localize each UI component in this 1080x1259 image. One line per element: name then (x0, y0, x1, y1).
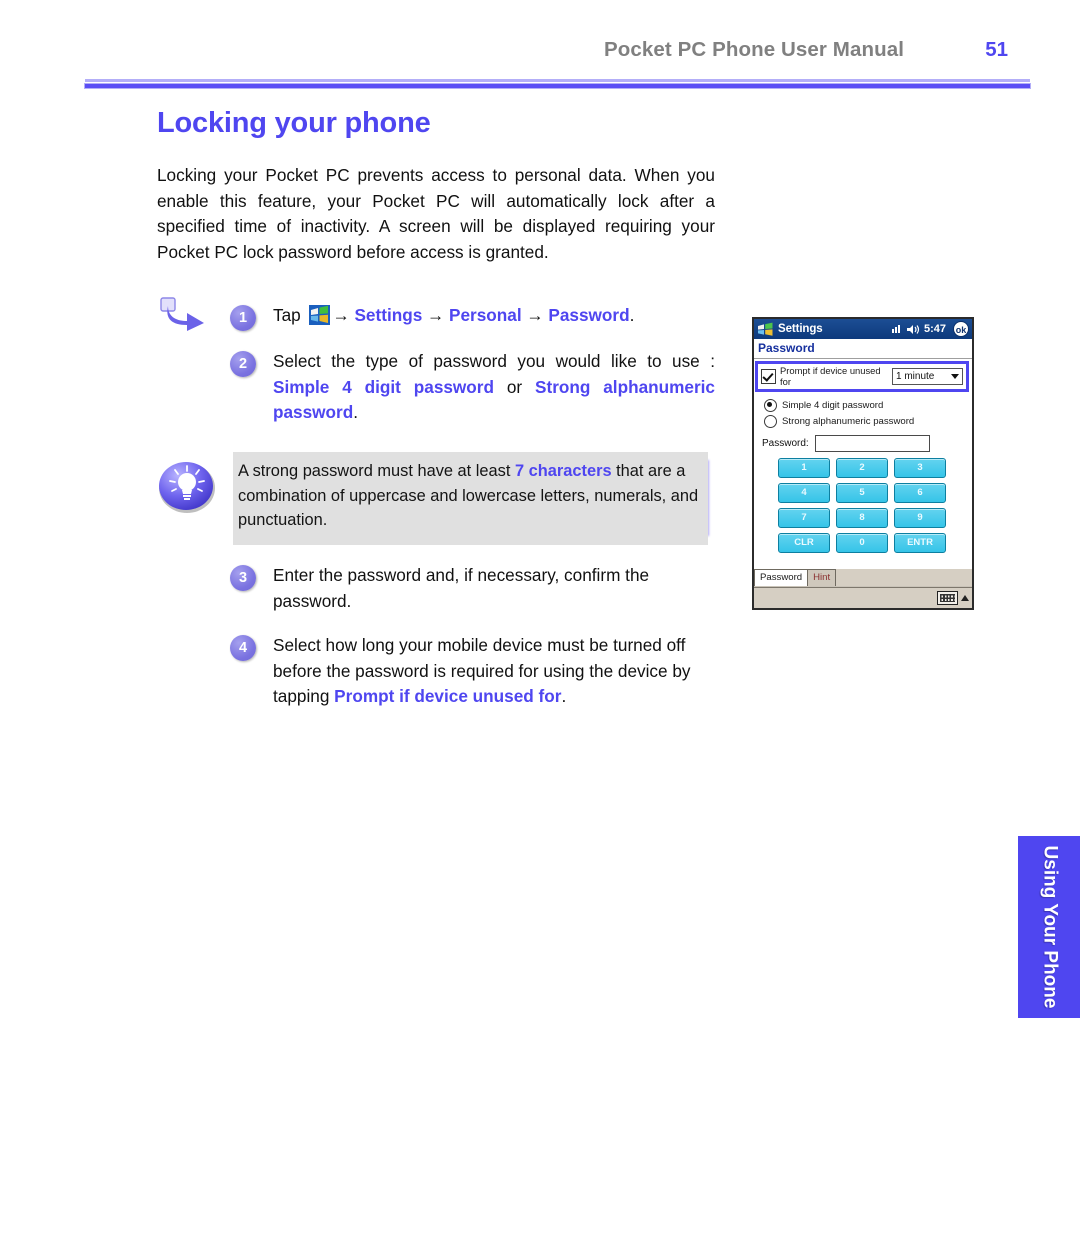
tip-box: A strong password must have at least 7 c… (233, 452, 708, 546)
keypad-key-clear[interactable]: CLR (778, 533, 830, 553)
chevron-down-icon (951, 374, 959, 379)
page-title: Locking your phone (157, 107, 431, 139)
side-tab-using-your-phone: Using Your Phone (1018, 836, 1080, 1018)
radio-simple-4-digit-label: Simple 4 digit password (782, 400, 884, 411)
pda-clock: 5:47 (923, 323, 946, 335)
password-type-radio-group: Simple 4 digit password Strong alphanume… (764, 399, 914, 431)
link-password[interactable]: Password (548, 305, 629, 325)
header-rule-thick (85, 84, 1030, 88)
windows-start-logo-icon (308, 305, 330, 325)
tip-highlight: 7 characters (514, 462, 612, 480)
link-simple-4-digit-password[interactable]: Simple 4 digit password (273, 377, 494, 397)
keypad-key-3[interactable]: 3 (894, 458, 946, 478)
keypad-key-9[interactable]: 9 (894, 508, 946, 528)
step-item-4: 4 Select how long your mobile device mus… (230, 633, 715, 710)
pda-app-name: Settings (778, 323, 823, 335)
lightbulb-icon (159, 462, 215, 513)
step1-suffix: . (629, 305, 635, 325)
step-text-3: Enter the password and, if necessary, co… (273, 565, 650, 611)
step-number-2: 2 (230, 351, 256, 377)
volume-icon[interactable] (906, 324, 920, 335)
pda-system-tray: 5:47 ok (890, 321, 969, 337)
arrow-pointer-icon (160, 297, 204, 331)
radio-simple-4-digit[interactable]: Simple 4 digit password (764, 399, 914, 412)
password-field-row: Password: (762, 435, 930, 452)
tab-password[interactable]: Password (754, 569, 809, 586)
intro-paragraph: Locking your Pocket PC prevents access t… (157, 165, 715, 262)
link-personal[interactable]: Personal (449, 305, 522, 325)
pda-tab-bar: Password Hint (754, 569, 972, 586)
pda-statusbar (754, 587, 972, 608)
keypad-key-2[interactable]: 2 (836, 458, 888, 478)
radio-strong-alphanumeric-indicator (764, 415, 777, 428)
link-prompt-if-device-unused-for[interactable]: Prompt if device unused for (334, 686, 561, 706)
step1-arrow-1: → (332, 305, 355, 325)
header-title: Pocket PC Phone User Manual (603, 38, 904, 61)
keypad-key-enter[interactable]: ENTR (894, 533, 946, 553)
keypad-key-6[interactable]: 6 (894, 483, 946, 503)
step-text-4: Select how long your mobile device must … (273, 633, 715, 710)
pda-ok-button[interactable]: ok (953, 321, 969, 337)
pda-screenshot: Settings 5:47 ok Password Prompt if devi… (752, 317, 974, 610)
step2-suffix: . (353, 402, 359, 423)
connectivity-icon[interactable] (890, 323, 902, 335)
password-field-label: Password: (762, 438, 809, 449)
password-input[interactable] (814, 435, 930, 452)
step2-prefix: Select the type of password you would li… (273, 351, 715, 371)
keypad-key-0[interactable]: 0 (836, 533, 888, 553)
step-text-2: Select the type of password you would li… (273, 349, 715, 426)
pda-prompt-row[interactable]: Prompt if device unused for 1 minute (755, 361, 969, 392)
step1-prefix: Tap (273, 305, 306, 325)
step1-arrow-3: → (521, 305, 549, 325)
keypad-key-4[interactable]: 4 (778, 483, 830, 503)
tip-text-before: A strong password must have at least (238, 462, 515, 480)
keypad-key-8[interactable]: 8 (836, 508, 888, 528)
start-logo-icon[interactable] (757, 322, 774, 337)
keypad-key-5[interactable]: 5 (836, 483, 888, 503)
tab-hint[interactable]: Hint (807, 569, 837, 586)
input-panel-caret-icon[interactable] (961, 595, 969, 601)
link-settings[interactable]: Settings (354, 305, 422, 325)
keyboard-icon[interactable] (937, 591, 958, 605)
prompt-checkbox[interactable] (761, 369, 776, 384)
step-text-1: Tap → Settings → Personal → Password. (273, 303, 715, 329)
pda-body: Prompt if device unused for 1 minute Sim… (754, 359, 972, 585)
page-number: 51 (985, 38, 1008, 61)
numeric-keypad: 1 2 3 4 5 6 7 8 9 CLR 0 ENTR (778, 458, 950, 553)
step1-arrow-2: → (422, 305, 450, 325)
radio-simple-4-digit-indicator (764, 399, 777, 412)
step-number-3: 3 (230, 565, 256, 591)
page-header: Pocket PC Phone User Manual 51 (0, 38, 1080, 88)
pda-titlebar: Settings 5:47 ok (754, 319, 972, 339)
keypad-key-1[interactable]: 1 (778, 458, 830, 478)
pda-subtitle: Password (754, 339, 972, 359)
step-number-1: 1 (230, 305, 256, 331)
radio-strong-alphanumeric[interactable]: Strong alphanumeric password (764, 415, 914, 428)
side-tab-label: Using Your Phone (1039, 845, 1061, 1009)
step4-suffix: . (561, 686, 567, 707)
radio-strong-alphanumeric-label: Strong alphanumeric password (782, 416, 915, 427)
step-item-2: 2 Select the type of password you would … (230, 349, 715, 426)
header-rule-thin (85, 79, 1030, 82)
prompt-interval-value: 1 minute (896, 371, 935, 382)
prompt-checkbox-label: Prompt if device unused for (780, 365, 881, 387)
step-number-4: 4 (230, 635, 256, 661)
step2-mid: or (494, 376, 535, 397)
prompt-interval-dropdown[interactable]: 1 minute (892, 368, 963, 385)
keypad-key-7[interactable]: 7 (778, 508, 830, 528)
step-item-3: 3 Enter the password and, if necessary, … (230, 563, 715, 614)
step-item-1: 1 Tap → Settings → Personal → Password. (230, 303, 715, 331)
